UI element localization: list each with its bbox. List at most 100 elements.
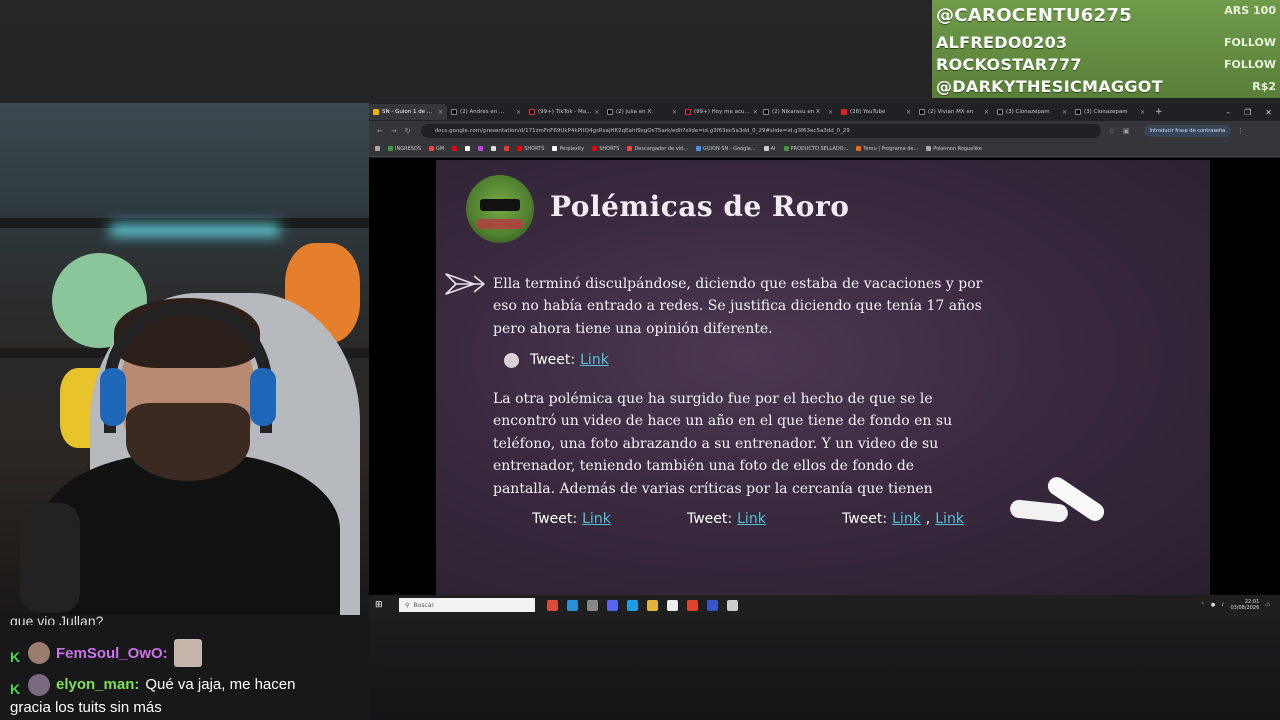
browser-tab[interactable]: (2) Andres en ... ✕: [447, 104, 525, 120]
bookmark-item[interactable]: SHORTS: [517, 146, 544, 152]
tab-label: (28) YouTube: [850, 109, 886, 115]
clock[interactable]: 22:01 03/08/2026: [1230, 599, 1259, 611]
windows-start-icon[interactable]: ⊞: [375, 600, 389, 610]
browser-tab[interactable]: (3) Clonazepam ✕: [993, 104, 1071, 120]
app-icon[interactable]: [707, 599, 718, 611]
tweet-label: Tweet:: [842, 511, 888, 527]
slide-title: Polémicas de Roro: [550, 190, 850, 223]
bookmark-icon[interactable]: [465, 146, 471, 151]
microphone: [20, 503, 80, 613]
bookmark-item[interactable]: Perplexity: [552, 146, 584, 152]
reload-icon[interactable]: ↻: [405, 127, 411, 135]
notification-icon[interactable]: ▭: [1265, 602, 1270, 608]
mic-icon[interactable]: ●: [1211, 602, 1215, 608]
star-icon[interactable]: ☆: [1109, 127, 1115, 135]
chalk-stick: [1009, 499, 1069, 523]
tweet-link[interactable]: Link: [935, 511, 964, 527]
close-icon[interactable]: ✕: [438, 109, 443, 116]
system-tray: ⌃ ● ♪ 22:01 03/08/2026 ▭: [1201, 599, 1280, 611]
browser-tab[interactable]: (99+) Hoy me acu... ✕: [681, 104, 759, 120]
new-tab-button[interactable]: +: [1155, 107, 1163, 117]
edge-icon[interactable]: [567, 599, 578, 611]
bookmark-icon[interactable]: [504, 146, 510, 151]
shield-icon[interactable]: [727, 599, 738, 611]
bookmark-item[interactable]: INGRESOS: [388, 146, 421, 152]
forward-icon[interactable]: →: [391, 127, 397, 135]
tweet-link[interactable]: Link: [580, 352, 609, 368]
webcam-feed: [0, 103, 369, 615]
close-icon[interactable]: ✕: [753, 109, 758, 116]
bookmark-item[interactable]: PRODUCTO SELLADO...: [783, 146, 848, 152]
telegram-icon[interactable]: [627, 599, 638, 611]
bookmark-item[interactable]: GUION SN - Google...: [696, 146, 756, 152]
app-icon[interactable]: [587, 599, 598, 611]
brave-icon[interactable]: [687, 599, 698, 611]
chrome-icon[interactable]: [547, 599, 558, 611]
bookmark-item[interactable]: Descargador de víd...: [627, 146, 688, 152]
alert-name: @DARKYTHESICMAGGOT: [936, 76, 1163, 96]
folder-icon[interactable]: [647, 599, 658, 611]
chat-username[interactable]: FemSoul_OwO:: [56, 642, 168, 665]
close-window-icon[interactable]: ✕: [1265, 108, 1272, 117]
slide-paragraph-1: Ella terminó disculpándose, diciendo que…: [493, 276, 983, 337]
bookmark-icon[interactable]: [452, 146, 458, 151]
tweet-link[interactable]: Link: [737, 511, 766, 527]
browser-tab[interactable]: (99+) TikTok - Ma... ✕: [525, 104, 603, 120]
browser-tab[interactable]: SN - Guion 1 de ... ✕: [369, 104, 447, 120]
youtube-icon: [841, 109, 847, 115]
tab-label: (2) Nikarasu en X: [772, 109, 820, 115]
maximize-icon[interactable]: ❐: [1244, 108, 1251, 117]
bookmark-item[interactable]: AI: [763, 145, 776, 152]
apps-icon[interactable]: [375, 146, 380, 151]
close-icon[interactable]: ✕: [906, 109, 911, 116]
bookmark-item[interactable]: GM: [429, 146, 444, 152]
alert-row: ALFREDO0203 FOLLOW: [936, 31, 1276, 53]
bookmark-label: GUION SN - Google...: [703, 145, 756, 152]
bookmark-item[interactable]: Pokemon Roguelike: [926, 146, 982, 152]
chat-panel: que vio Jullan? K FemSoul_OwO: K elyon_m…: [0, 613, 369, 720]
menu-icon[interactable]: ⋮: [1237, 127, 1244, 135]
back-icon[interactable]: ←: [377, 127, 383, 135]
minimize-icon[interactable]: –: [1226, 108, 1230, 117]
close-icon[interactable]: ✕: [828, 109, 833, 116]
browser-tab[interactable]: (2) julia en X: ✕: [603, 104, 681, 120]
close-icon[interactable]: ✕: [516, 109, 521, 116]
lips: [476, 219, 524, 229]
kick-badge-icon: K: [10, 680, 21, 697]
slide-canvas[interactable]: Polémicas de Roro Ella terminó disculpán…: [436, 160, 1210, 595]
taskbar-search-input[interactable]: ⚲ Buscar: [399, 598, 535, 612]
window-controls: – ❐ ✕: [1226, 108, 1280, 117]
tweet-link[interactable]: Link: [582, 511, 611, 527]
notepad-icon[interactable]: [667, 599, 678, 611]
chat-username[interactable]: elyon_man:: [56, 673, 139, 696]
close-icon[interactable]: ✕: [984, 109, 989, 116]
x-icon: [1075, 109, 1081, 115]
bookmark-item[interactable]: SHORTS: [592, 146, 619, 152]
close-icon[interactable]: ✕: [1062, 109, 1067, 116]
close-icon[interactable]: ✕: [594, 109, 599, 116]
stream-alerts-panel: @CAROCENTU6275 ARS 100 ALFREDO0203 FOLLO…: [932, 0, 1280, 98]
chevron-up-icon[interactable]: ⌃: [1201, 602, 1205, 608]
browser-tab[interactable]: (3) Clonazepam ✕: [1071, 104, 1149, 120]
bookmark-item[interactable]: Temu | Programa de...: [856, 146, 918, 152]
browser-tab[interactable]: (2) Vivian MX en ✕: [915, 104, 993, 120]
search-icon: ⚲: [405, 601, 410, 609]
extensions-icon[interactable]: ▣: [1123, 127, 1130, 135]
url-field[interactable]: docs.google.com/presentation/d/171zmFoF6…: [420, 124, 1101, 138]
discord-icon[interactable]: [607, 599, 618, 611]
stream-frame: @CAROCENTU6275 ARS 100 ALFREDO0203 FOLLO…: [0, 0, 1280, 720]
tweet-icon: [504, 352, 519, 368]
bookmark-icon[interactable]: [478, 146, 484, 151]
tweet-label: Tweet:: [687, 511, 733, 527]
close-icon[interactable]: ✕: [1140, 109, 1145, 116]
password-phrase-button[interactable]: Introducir frase de contraseña: [1143, 125, 1232, 137]
kick-badge-icon: K: [10, 649, 21, 665]
browser-tab[interactable]: (28) YouTube ✕: [837, 104, 915, 120]
bookmark-icon[interactable]: [491, 146, 497, 151]
tweet-link[interactable]: Link: [892, 511, 921, 527]
browser-tab[interactable]: (2) Nikarasu en X ✕: [759, 104, 837, 120]
volume-icon[interactable]: ♪: [1221, 602, 1224, 608]
close-icon[interactable]: ✕: [672, 109, 677, 116]
headset-earcup: [100, 368, 126, 426]
bookmark-label: AI: [770, 145, 776, 152]
